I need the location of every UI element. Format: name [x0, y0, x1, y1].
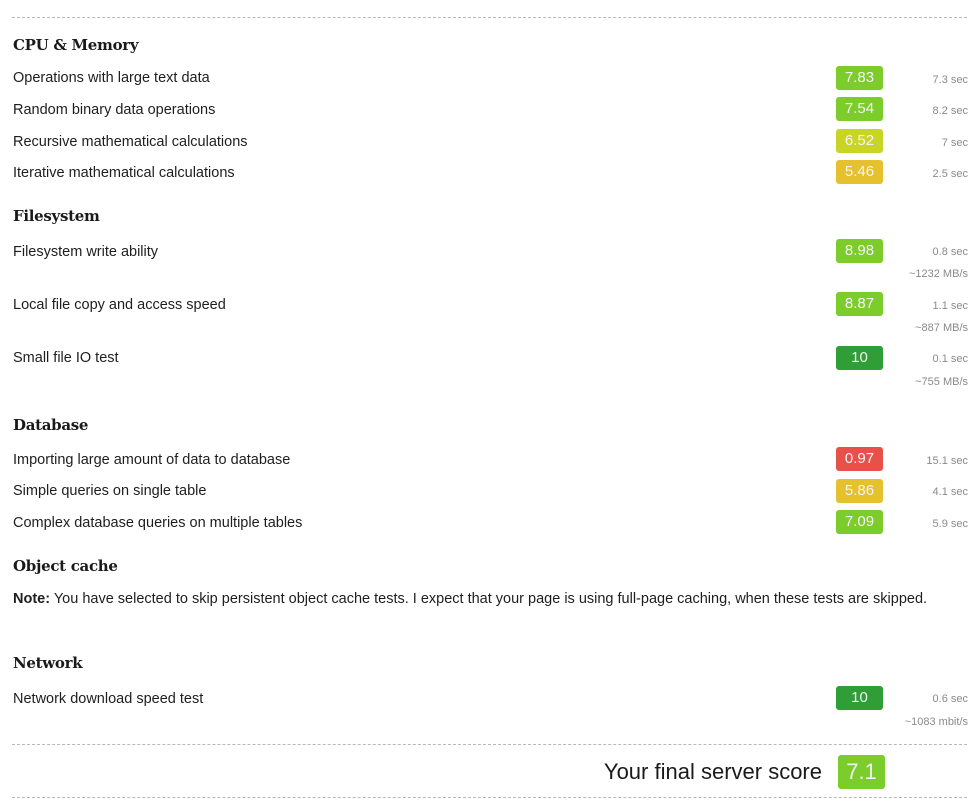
score-badge: 7.54: [836, 97, 883, 121]
test-time: 2.5 sec: [932, 168, 968, 180]
object-cache-note: Note: You have selected to skip persiste…: [13, 588, 933, 610]
note-label: Note:: [13, 591, 51, 607]
test-speed: ~1083 mbit/s: [904, 716, 968, 728]
score-badge: 5.86: [836, 479, 883, 503]
final-score-badge: 7.1: [838, 755, 885, 789]
final-score-label: Your final server score: [603, 759, 822, 784]
test-speed: ~1232 MB/s: [908, 268, 968, 280]
score-badge: 8.98: [836, 239, 883, 263]
test-time: 0.8 sec: [932, 246, 968, 258]
test-label: Small file IO test: [13, 350, 119, 366]
test-label: Simple queries on single table: [13, 483, 207, 499]
test-time: 7.3 sec: [932, 74, 968, 86]
test-time: 1.1 sec: [932, 300, 968, 312]
test-label: Complex database queries on multiple tab…: [13, 515, 303, 531]
test-speed: ~755 MB/s: [915, 376, 968, 388]
test-label: Network download speed test: [13, 691, 204, 707]
test-label: Filesystem write ability: [13, 244, 159, 260]
test-time: 4.1 sec: [932, 486, 968, 498]
score-badge: 7.09: [836, 510, 883, 534]
score-badge: 10: [836, 346, 883, 370]
final-top-divider: [12, 744, 967, 745]
section-title-database: Database: [13, 416, 89, 434]
score-badge: 0.97: [836, 447, 883, 471]
section-title-object-cache: Object cache: [13, 557, 118, 575]
section-title-cpu-memory: CPU & Memory: [13, 36, 139, 54]
note-text: You have selected to skip persistent obj…: [50, 591, 928, 607]
score-badge: 5.46: [836, 160, 883, 184]
top-divider: [12, 17, 967, 18]
score-badge: 10: [836, 686, 883, 710]
test-label: Iterative mathematical calculations: [13, 165, 235, 181]
final-bottom-divider: [12, 797, 967, 798]
test-label: Operations with large text data: [13, 70, 210, 86]
test-time: 15.1 sec: [926, 455, 968, 467]
test-label: Importing large amount of data to databa…: [13, 452, 291, 468]
test-time: 5.9 sec: [932, 518, 968, 530]
score-badge: 7.83: [836, 66, 883, 90]
section-title-network: Network: [13, 654, 83, 672]
score-badge: 6.52: [836, 129, 883, 153]
test-label: Random binary data operations: [13, 102, 216, 118]
test-speed: ~887 MB/s: [915, 322, 968, 334]
test-time: 8.2 sec: [932, 105, 968, 117]
test-time: 7 sec: [941, 137, 968, 149]
test-time: 0.1 sec: [932, 353, 968, 365]
test-label: Local file copy and access speed: [13, 297, 226, 313]
test-label: Recursive mathematical calculations: [13, 134, 248, 150]
score-badge: 8.87: [836, 292, 883, 316]
test-time: 0.6 sec: [932, 693, 968, 705]
section-title-filesystem: Filesystem: [13, 207, 100, 225]
